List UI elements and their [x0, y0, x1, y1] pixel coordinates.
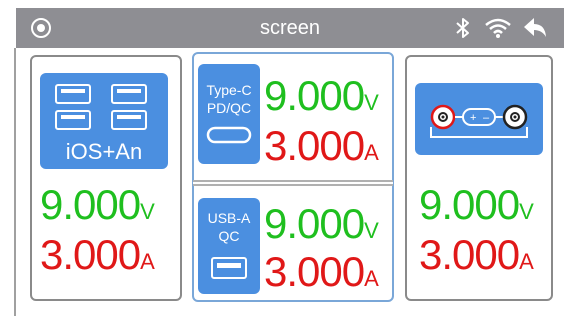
usba-badge[interactable]: USB-A QC: [198, 198, 260, 294]
screen-title: screen: [259, 17, 321, 39]
typec-voltage-readout: 9.000V: [264, 72, 379, 120]
right-voltage-readout: 9.000V: [419, 181, 534, 229]
typec-label-line2: PD/QC: [206, 100, 252, 116]
wifi-icon: [485, 18, 511, 38]
middle-divider: [193, 180, 393, 186]
ios-android-badge: iOS+An: [40, 73, 168, 169]
typec-voltage-unit: V: [364, 90, 379, 115]
left-current-value: 3.000: [40, 231, 141, 278]
right-voltage-unit: V: [519, 199, 534, 224]
left-voltage-readout: 9.000V: [40, 181, 155, 229]
panel-dc-output[interactable]: + – 9.000V 3.000A: [405, 55, 553, 301]
usb-c-port-icon: [206, 126, 252, 144]
usba-voltage-readout: 9.000V: [264, 200, 379, 248]
typec-badge[interactable]: Type-C PD/QC: [198, 64, 260, 164]
usba-voltage-unit: V: [364, 218, 379, 243]
usba-current-readout: 3.000A: [264, 248, 379, 296]
usb-ports-icon: [55, 84, 147, 130]
usba-current-unit: A: [364, 266, 379, 291]
right-current-readout: 3.000A: [419, 231, 534, 279]
usba-current-value: 3.000: [264, 248, 365, 295]
usba-label-line1: USB-A: [207, 210, 251, 226]
left-current-readout: 3.000A: [40, 231, 155, 279]
ios-android-label: iOS+An: [65, 139, 143, 164]
usba-voltage-value: 9.000: [264, 200, 365, 247]
title-bar: screen: [16, 8, 564, 48]
panel-ios-android[interactable]: iOS+An 9.000V 3.000A: [30, 55, 182, 301]
left-edge: [14, 48, 16, 316]
svg-text:+: +: [470, 112, 476, 124]
back-icon[interactable]: [522, 16, 548, 40]
top-bezel: [0, 0, 564, 8]
typec-label-line1: Type-C: [206, 82, 252, 98]
left-current-unit: A: [140, 249, 155, 274]
left-voltage-value: 9.000: [40, 181, 141, 228]
usb-a-port-icon: [211, 257, 247, 279]
dc-output-badge: + –: [415, 83, 543, 155]
device-screen: screen iOS+An 9.000V 3.000A Type-C PD/QC…: [0, 0, 564, 316]
typec-voltage-value: 9.000: [264, 72, 365, 119]
svg-text:–: –: [483, 112, 490, 124]
bluetooth-icon: [456, 18, 469, 38]
typec-current-unit: A: [364, 140, 379, 165]
left-voltage-unit: V: [140, 199, 155, 224]
right-current-value: 3.000: [419, 231, 520, 278]
typec-current-readout: 3.000A: [264, 122, 379, 170]
typec-current-value: 3.000: [264, 122, 365, 169]
right-voltage-value: 9.000: [419, 181, 520, 228]
right-current-unit: A: [519, 249, 534, 274]
usba-label-line2: QC: [218, 228, 240, 244]
dc-terminals-icon: + –: [430, 104, 528, 138]
